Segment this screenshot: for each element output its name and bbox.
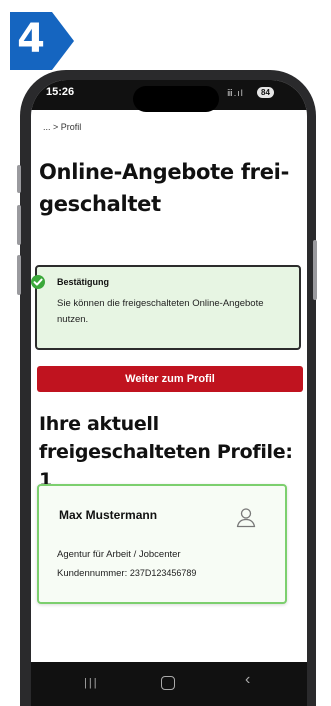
profiles-heading: Ihre aktuell freigeschalteten Profile: 1 — [39, 413, 293, 491]
confirmation-box: Bestätigung Sie können die freigeschalte… — [35, 265, 301, 350]
android-nav-bar: ||| ‹ — [31, 662, 307, 706]
phone-screen: 15:26 ⅲ.ıl 84 ... > Profil Online-Angebo… — [31, 80, 307, 706]
status-bar: 15:26 ⅲ.ıl 84 — [31, 80, 307, 112]
user-icon — [235, 506, 257, 533]
continue-to-profile-button[interactable]: Weiter zum Profil — [37, 366, 303, 392]
recent-apps-icon[interactable]: ||| — [84, 677, 99, 689]
battery-icon: 84 — [257, 87, 274, 98]
customer-number-label: Kundennummer: — [57, 568, 128, 579]
signal-icon: ⅲ.ıl — [227, 88, 244, 98]
customer-number-value: 237D123456789 — [129, 568, 197, 578]
profile-agency: Agentur für Arbeit / Jobcenter — [57, 549, 181, 560]
page-title: Online-Angebote frei-geschaltet — [39, 160, 289, 216]
profile-card[interactable]: Max Mustermann Agentur für Arbeit / Jobc… — [37, 484, 287, 604]
check-circle-icon — [31, 275, 45, 289]
phone-power-button — [313, 240, 317, 300]
profile-customer-number: Kundennummer: 237D123456789 — [57, 568, 196, 579]
status-time: 15:26 — [46, 86, 75, 98]
dynamic-island — [133, 86, 219, 112]
breadcrumb[interactable]: ... > Profil — [43, 122, 81, 132]
phone-side-button — [17, 255, 21, 295]
phone-side-button — [17, 165, 21, 193]
phone-side-button — [17, 205, 21, 245]
back-icon[interactable]: ‹ — [245, 671, 250, 689]
profile-name: Max Mustermann — [59, 508, 158, 522]
step-number: 4 — [17, 16, 45, 62]
confirmation-title: Bestätigung — [57, 277, 110, 287]
home-icon[interactable] — [161, 676, 175, 690]
confirmation-text: Sie können die freigeschalteten Online-A… — [57, 298, 264, 325]
